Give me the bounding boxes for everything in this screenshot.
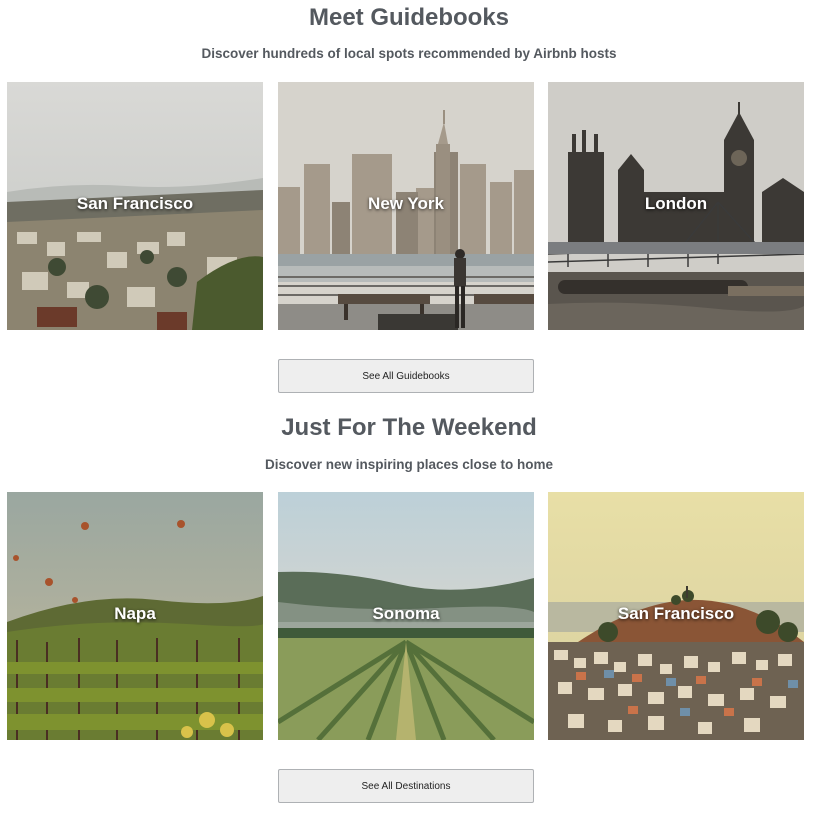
weekend-heading: Just For The Weekend <box>281 414 537 441</box>
guidebooks-heading: Meet Guidebooks <box>308 4 510 31</box>
guidebook-card-san-francisco[interactable]: San Francisco <box>7 82 263 330</box>
weekend-subheading: Discover new inspiring places close to h… <box>264 457 554 472</box>
card-label: San Francisco <box>76 194 194 213</box>
weekend-card-sonoma[interactable]: Sonoma <box>278 492 534 740</box>
see-all-destinations-button[interactable]: See All Destinations <box>278 769 534 803</box>
guidebooks-subheading: Discover hundreds of local spots recomme… <box>201 46 617 61</box>
card-label: San Francisco <box>617 604 735 623</box>
see-all-guidebooks-button[interactable]: See All Guidebooks <box>278 359 534 393</box>
card-label: Napa <box>114 604 156 623</box>
guidebook-card-london[interactable]: London <box>548 82 804 330</box>
weekend-card-napa[interactable]: Napa <box>7 492 263 740</box>
card-label: New York <box>368 194 444 213</box>
weekend-card-san-francisco[interactable]: San Francisco <box>548 492 804 740</box>
card-label: Sonoma <box>372 604 440 623</box>
card-label: London <box>644 194 708 213</box>
guidebook-card-new-york[interactable]: New York <box>278 82 534 330</box>
